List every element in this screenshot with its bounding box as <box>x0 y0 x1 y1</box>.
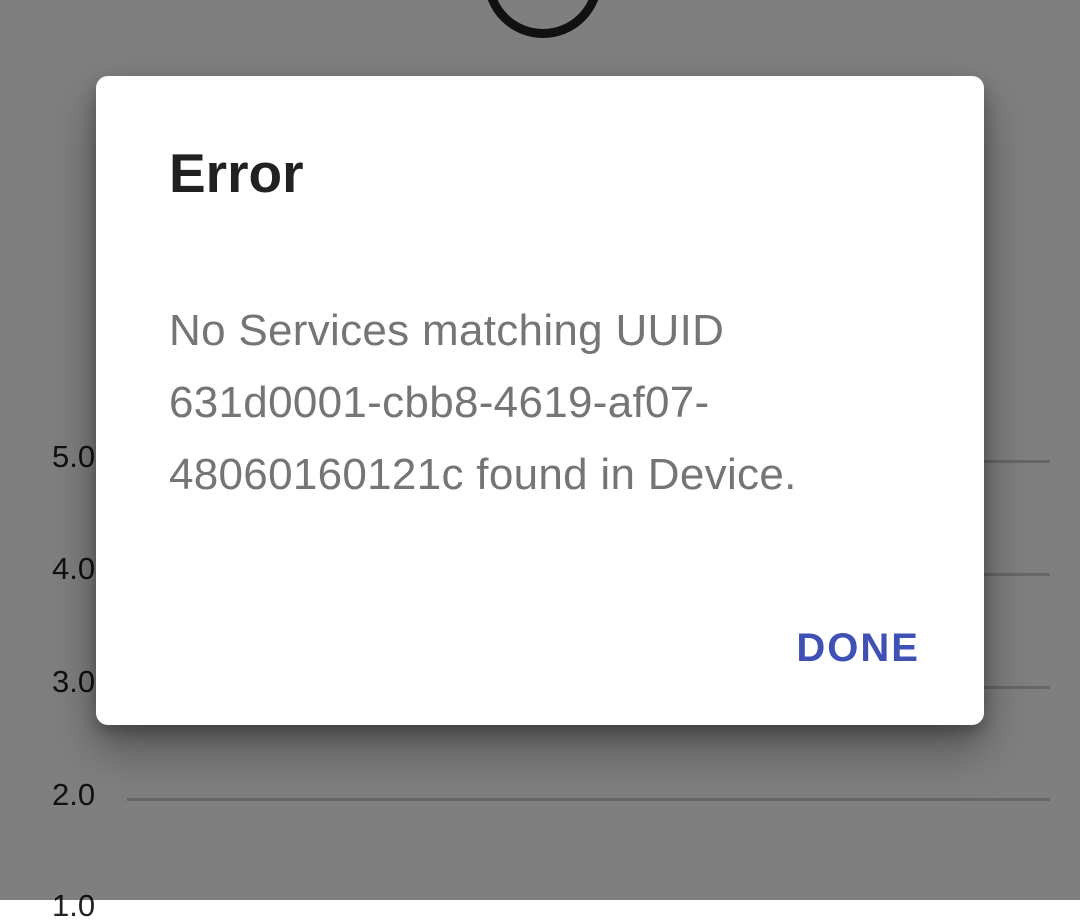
dialog-message: No Services matching UUID 631d0001-cbb8-… <box>169 306 797 499</box>
done-button[interactable]: DONE <box>788 620 928 677</box>
error-dialog: Error No Services matching UUID 631d0001… <box>96 76 984 725</box>
dialog-title: Error <box>169 142 304 204</box>
